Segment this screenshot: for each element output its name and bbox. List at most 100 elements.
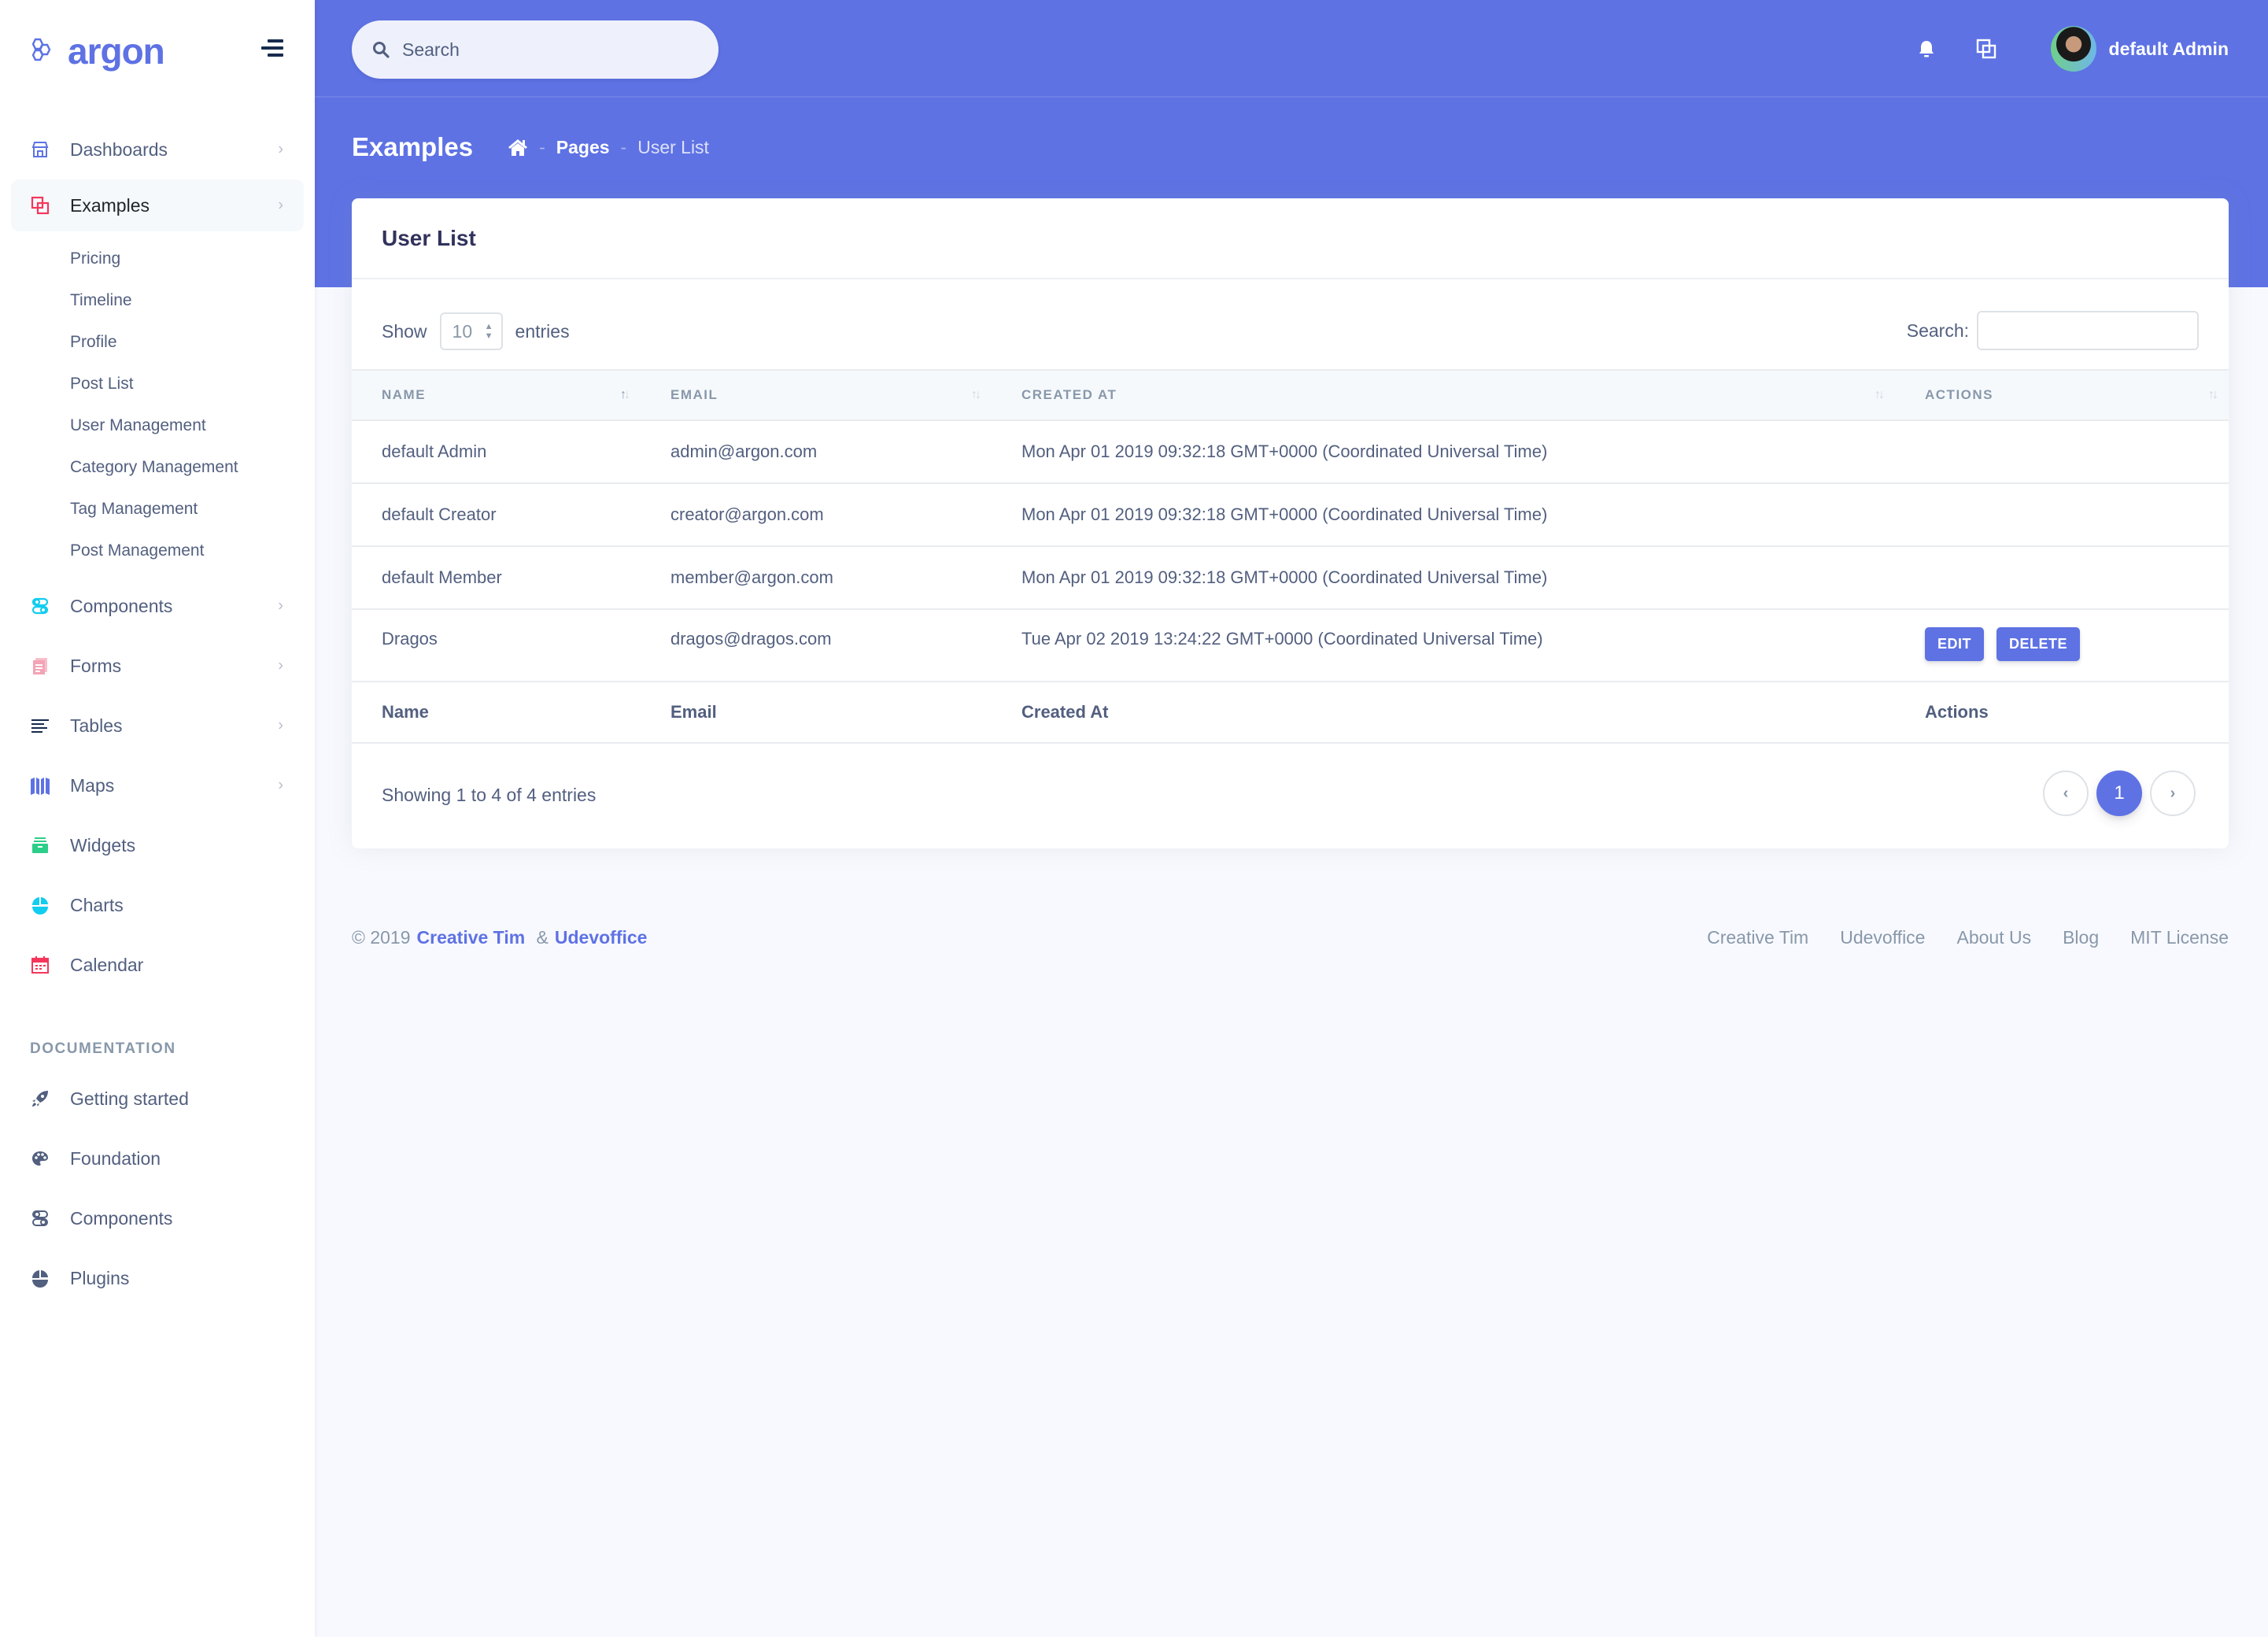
- footer-nav-udevoffice[interactable]: Udevoffice: [1840, 927, 1925, 948]
- footer-nav-about-us[interactable]: About Us: [1956, 927, 2031, 948]
- sidebar-item-getting-started[interactable]: Getting started: [0, 1069, 315, 1129]
- ungroup-icon[interactable]: [1975, 38, 1997, 60]
- cell-email: dragos@dragos.com: [670, 629, 832, 649]
- avatar[interactable]: [2050, 26, 2096, 72]
- sidebar-item-plugins[interactable]: Plugins: [0, 1248, 315, 1308]
- table-footer: Showing 1 to 4 of 4 entries ‹ 1 ›: [352, 744, 2229, 848]
- sidebar-item-label: Dashboards: [70, 139, 168, 160]
- global-search-input[interactable]: [402, 39, 701, 61]
- page-length-control: Show 10 ▲ ▼ entries: [382, 312, 570, 350]
- sidebar-item-calendar[interactable]: Calendar: [0, 935, 315, 995]
- sidebar-item-dashboards[interactable]: Dashboards ›: [0, 120, 315, 179]
- cell-actions: EDIT DELETE: [1895, 609, 2229, 682]
- sidebar-subitem-user-management[interactable]: User Management: [70, 405, 315, 446]
- cell-actions: [1895, 420, 2229, 483]
- page-length-select[interactable]: 10 ▲ ▼: [439, 312, 503, 350]
- ungroup-icon: [30, 195, 50, 216]
- user-list-card: User List Show 10 ▲ ▼ entries Search: NAM…: [352, 198, 2229, 848]
- sidebar-subitem-pricing[interactable]: Pricing: [70, 238, 315, 279]
- global-search[interactable]: [352, 20, 718, 79]
- sidebar-subitem-category-management[interactable]: Category Management: [70, 446, 315, 488]
- sidebar-item-charts[interactable]: Charts: [0, 875, 315, 935]
- home-icon[interactable]: [508, 138, 528, 157]
- table-row: Dragos dragos@dragos.com Tue Apr 02 2019…: [352, 609, 2229, 682]
- ui-04-icon: [30, 1208, 50, 1229]
- examples-subnav: Pricing Timeline Profile Post List User …: [0, 231, 315, 576]
- delete-button[interactable]: DELETE: [1997, 627, 2081, 661]
- footer-link-creative-tim[interactable]: Creative Tim: [417, 927, 526, 948]
- sidebar-item-label: Getting started: [70, 1088, 189, 1109]
- calendar-icon: [30, 955, 50, 975]
- sidebar-subitem-tag-management[interactable]: Tag Management: [70, 488, 315, 530]
- cell-email: member@argon.com: [670, 567, 833, 587]
- footer-column-actions: Actions: [1925, 702, 1989, 722]
- sidebar-item-foundation[interactable]: Foundation: [0, 1129, 315, 1188]
- sort-asc-icon: ↑↓: [620, 388, 630, 401]
- breadcrumb-pages[interactable]: Pages: [556, 137, 610, 158]
- sidebar-subitem-post-management[interactable]: Post Management: [70, 530, 315, 571]
- sidebar-subitem-profile[interactable]: Profile: [70, 321, 315, 363]
- archive-icon: [30, 835, 50, 855]
- cell-actions: [1895, 483, 2229, 546]
- show-label: Show: [382, 320, 427, 342]
- sidebar-item-maps[interactable]: Maps ›: [0, 756, 315, 815]
- sidebar-item-label: Components: [70, 595, 173, 616]
- page-length-value: 10: [452, 320, 473, 342]
- sidebar-item-label: Components: [70, 1207, 173, 1229]
- align-left-icon: [30, 715, 50, 736]
- card-title: User List: [382, 225, 476, 250]
- footer-nav-creative-tim[interactable]: Creative Tim: [1707, 927, 1808, 948]
- sidebar-item-label: Charts: [70, 894, 124, 915]
- page-footer: © 2019 Creative Tim & Udevoffice Creative …: [352, 927, 2229, 948]
- pagination-previous-button[interactable]: ‹: [2043, 770, 2089, 816]
- sidebar-item-label: Maps: [70, 774, 115, 796]
- footer-link-udevoffice[interactable]: Udevoffice: [555, 927, 648, 948]
- chevron-left-icon: ‹: [2063, 784, 2069, 802]
- documentation-heading: DOCUMENTATION: [30, 1040, 176, 1057]
- column-header-email[interactable]: EMAIL ↑↓: [641, 370, 992, 420]
- sidebar-item-examples[interactable]: Examples ›: [11, 179, 304, 231]
- column-header-created-at[interactable]: CREATED AT ↑↓: [992, 370, 1895, 420]
- navbar-actions: default Admin: [1915, 24, 2229, 74]
- search-icon: [373, 42, 390, 58]
- edit-button[interactable]: EDIT: [1925, 627, 1985, 661]
- user-table: NAME ↑↓ EMAIL ↑↓ CREATED AT ↑↓ ACTIONS ↑↓ de…: [352, 369, 2229, 744]
- sidebar: argon Dashboards › Examples › Pricing Ti…: [0, 0, 315, 1637]
- page-title: Examples: [352, 132, 474, 161]
- cell-name: default Creator: [382, 504, 497, 524]
- table-search-input[interactable]: [1977, 311, 2199, 350]
- cell-created-at: Tue Apr 02 2019 13:24:22 GMT+0000 (Coord…: [1021, 629, 1543, 649]
- chevron-right-icon: ›: [278, 597, 283, 615]
- sidebar-item-components[interactable]: Components ›: [0, 576, 315, 636]
- chevron-right-icon: ›: [278, 140, 283, 158]
- footer-nav-blog[interactable]: Blog: [2063, 927, 2099, 948]
- sidebar-item-label: Plugins: [70, 1267, 130, 1288]
- pagination-next-button[interactable]: ›: [2150, 770, 2196, 816]
- bell-icon[interactable]: [1915, 38, 1937, 60]
- breadcrumb-separator: -: [620, 136, 627, 157]
- footer-nav-mit-license[interactable]: MIT License: [2130, 927, 2229, 948]
- sidebar-item-tables[interactable]: Tables ›: [0, 696, 315, 756]
- cell-email: creator@argon.com: [670, 504, 824, 524]
- user-name[interactable]: default Admin: [2109, 39, 2229, 60]
- main-content: default Admin Examples - Pages - User Li…: [315, 0, 2268, 1637]
- table-row: default Admin admin@argon.com Mon Apr 01…: [352, 420, 2229, 483]
- column-header-name[interactable]: NAME ↑↓: [352, 370, 641, 420]
- sidebar-item-doc-components[interactable]: Components: [0, 1188, 315, 1248]
- brand[interactable]: argon: [28, 30, 165, 72]
- column-header-actions[interactable]: ACTIONS ↑↓: [1895, 370, 2229, 420]
- cell-actions: [1895, 546, 2229, 609]
- table-footer-row: Name Email Created At Actions: [352, 682, 2229, 743]
- sidebar-nav: Dashboards › Examples › Pricing Timeline…: [0, 120, 315, 1308]
- single-copy-icon: [30, 656, 50, 676]
- footer-column-created-at: Created At: [1021, 702, 1109, 722]
- brand-name: argon: [68, 31, 165, 72]
- sidebar-item-widgets[interactable]: Widgets: [0, 815, 315, 875]
- sidebar-subitem-post-list[interactable]: Post List: [70, 363, 315, 405]
- sidebar-item-forms[interactable]: Forms ›: [0, 636, 315, 696]
- breadcrumb: - Pages - User List: [508, 137, 709, 158]
- pagination-page-1[interactable]: 1: [2096, 770, 2142, 816]
- sidebar-subitem-timeline[interactable]: Timeline: [70, 279, 315, 321]
- sidenav-toggler-icon[interactable]: [260, 39, 283, 57]
- table-search: Search:: [1907, 311, 2199, 350]
